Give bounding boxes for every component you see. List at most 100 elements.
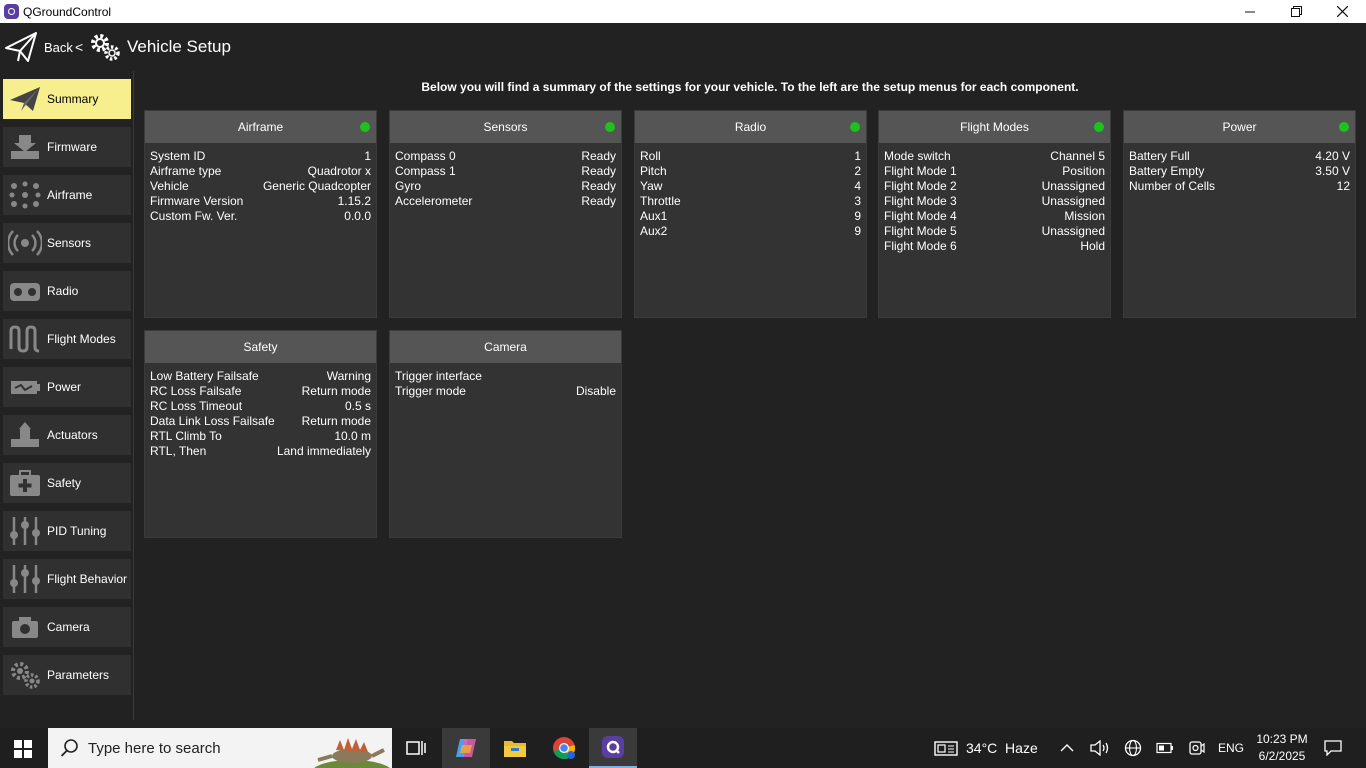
- row-label: Pitch: [640, 164, 667, 178]
- sidebar-item-power[interactable]: Power: [3, 367, 131, 407]
- window-titlebar: QGroundControl: [0, 0, 1366, 23]
- card-title: Flight Modes: [960, 120, 1029, 134]
- battery-button[interactable]: [1156, 728, 1174, 768]
- sidebar-item-label: PID Tuning: [47, 524, 107, 538]
- language-indicator[interactable]: ENG: [1218, 728, 1244, 768]
- sidebar-item-safety[interactable]: Safety: [3, 463, 131, 503]
- sidebar-item-flight-behavior[interactable]: Flight Behavior: [3, 559, 131, 599]
- summary-row: Compass 1 Ready: [395, 164, 616, 179]
- card-title: Airframe: [237, 120, 284, 134]
- sidebar-item-label: Radio: [47, 284, 79, 298]
- show-hidden-icons-button[interactable]: [1060, 728, 1074, 768]
- back-label: Back: [44, 39, 73, 55]
- row-value: 1: [854, 149, 861, 163]
- minimize-icon: [1245, 11, 1255, 12]
- sidebar-item-pid-tuning[interactable]: PID Tuning: [3, 511, 131, 551]
- battery-icon: [1156, 742, 1173, 754]
- weather-widget[interactable]: 34°C Haze: [934, 728, 1038, 768]
- weather-text: 34°C Haze: [966, 740, 1038, 756]
- camera-summary-card[interactable]: Camera Trigger interface Trigger mode Dis…: [389, 330, 622, 538]
- taskbar-clock[interactable]: 10:23 PM 6/2/2025: [1250, 731, 1314, 765]
- taskbar-chrome[interactable]: [540, 728, 588, 768]
- taskbar-file-explorer[interactable]: [491, 728, 539, 768]
- summary-panel: Below you will find a summary of the set…: [134, 71, 1366, 720]
- card-header: Safety: [145, 331, 376, 363]
- row-value: 12: [1336, 179, 1350, 193]
- row-value: Warning: [326, 369, 371, 383]
- card-header: Camera: [390, 331, 621, 363]
- row-label: Battery Empty: [1129, 164, 1205, 178]
- power-summary-card[interactable]: Power Battery Full 4.20 V Battery Empty 3.…: [1123, 110, 1356, 318]
- row-value: 10.0 m: [334, 429, 371, 443]
- notifications-button[interactable]: [1324, 728, 1342, 768]
- row-label: Airframe type: [150, 164, 222, 178]
- airframe-summary-card[interactable]: Airframe System ID 1 Airframe type Quadrot…: [144, 110, 377, 318]
- windows-taskbar: Type here to search 34°C Haze ENG 10:23 …: [0, 728, 1366, 768]
- breadcrumb-separator: <: [75, 39, 84, 55]
- summary-row: Throttle 3: [640, 194, 861, 209]
- task-view-icon: [406, 741, 426, 755]
- summary-row: Gyro Ready: [395, 179, 616, 194]
- close-button[interactable]: [1319, 0, 1365, 23]
- row-label: Number of Cells: [1129, 179, 1216, 193]
- clock-date: 6/2/2025: [1258, 749, 1306, 763]
- windows-start-button[interactable]: [14, 740, 32, 758]
- sidebar-item-label: Power: [47, 380, 82, 394]
- sidebar-item-camera[interactable]: Camera: [3, 607, 131, 647]
- actuator-icon: [5, 417, 45, 453]
- card-header: Airframe: [145, 111, 376, 143]
- row-value: Unassigned: [1041, 194, 1105, 208]
- safety-summary-card[interactable]: Safety Low Battery Failsafe Warning RC Lo…: [144, 330, 377, 538]
- row-label: Roll: [640, 149, 661, 163]
- back-button[interactable]: Back: [4, 29, 73, 65]
- row-value: Quadrotor x: [307, 164, 371, 178]
- sidebar-item-label: Actuators: [47, 428, 98, 442]
- sidebar-item-label: Airframe: [47, 188, 93, 202]
- row-label: Aux2: [640, 224, 668, 238]
- row-label: Gyro: [395, 179, 422, 193]
- row-value: Hold: [1080, 239, 1105, 253]
- row-label: RC Loss Timeout: [150, 399, 243, 413]
- radio-summary-card[interactable]: Radio Roll 1 Pitch 2 Yaw 4 Throttle 3 Aux1 9 …: [634, 110, 867, 318]
- qgc-app-icon: [4, 4, 19, 19]
- camera-privacy-button[interactable]: [1188, 728, 1206, 768]
- sidebar-item-radio[interactable]: Radio: [3, 271, 131, 311]
- sidebar-item-flight-modes[interactable]: Flight Modes: [3, 319, 131, 359]
- card-title: Sensors: [483, 120, 528, 134]
- taskbar-search-box[interactable]: Type here to search: [48, 728, 392, 768]
- row-label: Data Link Loss Failsafe: [150, 414, 275, 428]
- card-title: Camera: [484, 340, 527, 354]
- summary-row: Accelerometer Ready: [395, 194, 616, 209]
- row-label: Firmware Version: [150, 194, 244, 208]
- sidebar-item-airframe[interactable]: Airframe: [3, 175, 131, 215]
- task-view-button[interactable]: [392, 728, 440, 768]
- taskbar-copilot[interactable]: [442, 728, 490, 768]
- first-aid-kit-icon: [5, 465, 45, 501]
- sensors-summary-card[interactable]: Sensors Compass 0 Ready Compass 1 Ready Gy…: [389, 110, 622, 318]
- minimize-button[interactable]: [1227, 0, 1273, 23]
- volume-button[interactable]: [1090, 728, 1110, 768]
- sidebar-item-sensors[interactable]: Sensors: [3, 223, 131, 263]
- summary-row: Flight Mode 1 Position: [884, 164, 1105, 179]
- sidebar-item-label: Parameters: [47, 668, 110, 682]
- sidebar-item-summary[interactable]: Summary: [3, 79, 131, 119]
- restore-button[interactable]: [1273, 0, 1319, 23]
- summary-row: RC Loss Timeout 0.5 s: [150, 399, 371, 414]
- summary-row: Airframe type Quadrotor x: [150, 164, 371, 179]
- flight-modes-summary-card[interactable]: Flight Modes Mode switch Channel 5 Flight…: [878, 110, 1111, 318]
- airframe-dots-icon: [5, 177, 45, 213]
- sidebar-item-actuators[interactable]: Actuators: [3, 415, 131, 455]
- restore-icon: [1290, 6, 1302, 17]
- sidebar-item-label: Flight Behavior: [47, 572, 128, 586]
- summary-row: Aux2 9: [640, 224, 861, 239]
- taskbar-qgroundcontrol[interactable]: [589, 728, 637, 768]
- language-text: ENG: [1218, 741, 1245, 755]
- network-button[interactable]: [1124, 728, 1142, 768]
- summary-row: Flight Mode 3 Unassigned: [884, 194, 1105, 209]
- search-placeholder: Type here to search: [88, 740, 221, 757]
- row-label: Flight Mode 3: [884, 194, 957, 208]
- sidebar-item-parameters[interactable]: Parameters: [3, 655, 131, 695]
- row-value: Mission: [1064, 209, 1105, 223]
- sidebar-item-firmware[interactable]: Firmware: [3, 127, 131, 167]
- status-ok-indicator: [850, 122, 860, 132]
